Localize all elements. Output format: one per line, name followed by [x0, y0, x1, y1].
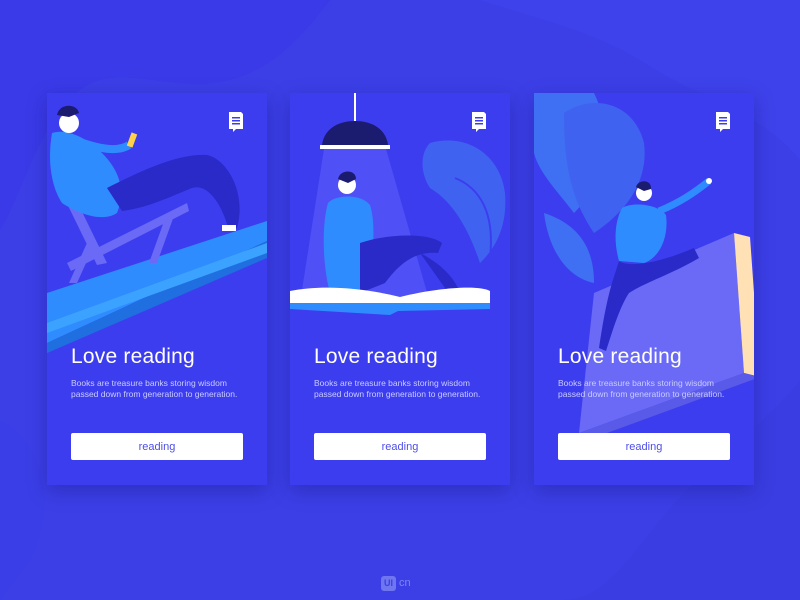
- description-line-2: passed down from generation to generatio…: [558, 389, 725, 399]
- card-title: Love reading: [558, 345, 682, 368]
- flying-on-book-illustration: [534, 93, 754, 437]
- onboarding-card-3: Love reading Books are treasure banks st…: [534, 93, 754, 485]
- reading-button[interactable]: reading: [314, 433, 486, 460]
- book-icon: [229, 112, 243, 132]
- description-line-2: passed down from generation to generatio…: [71, 389, 238, 399]
- watermark-logo: UI cn: [381, 575, 411, 591]
- description-line-2: passed down from generation to generatio…: [314, 389, 481, 399]
- reading-button[interactable]: reading: [71, 433, 243, 460]
- card-title: Love reading: [71, 345, 195, 368]
- onboarding-card-1: Love reading Books are treasure banks st…: [47, 93, 267, 485]
- logo-text: cn: [399, 577, 411, 589]
- card-description: Books are treasure banks storing wisdom …: [71, 378, 251, 400]
- book-icon: [716, 112, 730, 132]
- book-icon: [472, 112, 486, 132]
- reading-button[interactable]: reading: [558, 433, 730, 460]
- lamp-icon: [320, 121, 390, 149]
- card-description: Books are treasure banks storing wisdom …: [558, 378, 738, 400]
- card-title: Love reading: [314, 345, 438, 368]
- onboarding-card-2: Love reading Books are treasure banks st…: [290, 93, 510, 485]
- card-description: Books are treasure banks storing wisdom …: [314, 378, 494, 400]
- description-line-1: Books are treasure banks storing wisdom: [71, 378, 227, 388]
- logo-mark: UI: [381, 575, 396, 591]
- description-line-1: Books are treasure banks storing wisdom: [558, 378, 714, 388]
- description-line-1: Books are treasure banks storing wisdom: [314, 378, 470, 388]
